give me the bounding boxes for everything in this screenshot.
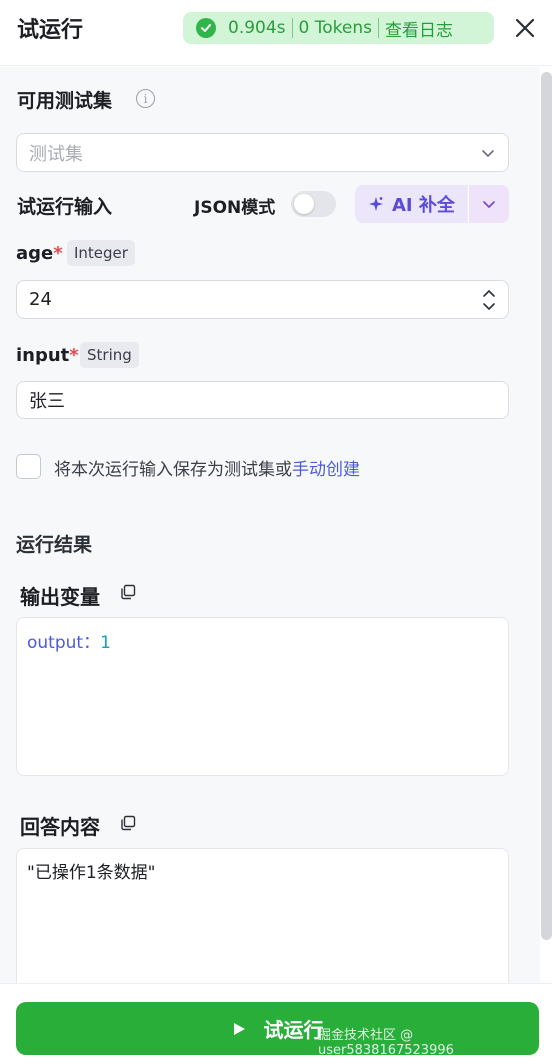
- testset-label: 可用测试集: [17, 90, 113, 112]
- run-input-label: 试运行输入: [17, 196, 113, 218]
- field-name-input: input*: [16, 345, 79, 366]
- sparkle-icon: [369, 197, 383, 211]
- run-time: 0.904s: [228, 18, 286, 38]
- save-testset-text: 将本次运行输入保存为测试集或手动创建: [54, 460, 360, 480]
- stepper-icon[interactable]: [482, 287, 496, 313]
- token-count: 0 Tokens: [298, 18, 372, 38]
- output-variable-label: 输出变量: [20, 585, 100, 609]
- answer-value: "已操作1条数据": [27, 863, 156, 883]
- required-mark: *: [53, 243, 63, 264]
- copy-icon[interactable]: [120, 815, 136, 831]
- check-circle-icon: [196, 18, 216, 38]
- chevron-down-icon: [482, 149, 494, 157]
- type-tag-integer: Integer: [67, 240, 135, 266]
- scrollbar[interactable]: [541, 72, 552, 940]
- answer-content-box: "已操作1条数据": [16, 848, 509, 998]
- output-key: output: [27, 633, 84, 653]
- chevron-down-icon: [483, 201, 495, 209]
- input-field[interactable]: 张三: [16, 381, 509, 419]
- view-log-link[interactable]: 查看日志: [385, 16, 453, 41]
- status-divider: [291, 18, 293, 38]
- age-value: 24: [29, 289, 52, 310]
- json-mode-toggle[interactable]: [291, 191, 336, 217]
- run-test-label: 试运行: [263, 1018, 324, 1042]
- close-icon[interactable]: [512, 15, 538, 41]
- output-line: output：1: [27, 628, 111, 653]
- json-mode-label: JSON模式: [194, 198, 276, 218]
- required-mark: *: [69, 345, 79, 366]
- info-icon[interactable]: i: [136, 89, 155, 108]
- ai-complete-button[interactable]: AI 补全: [355, 185, 509, 223]
- ai-complete-main[interactable]: AI 补全: [355, 185, 468, 223]
- run-status-badge: 0.904s 0 Tokens 查看日志: [183, 12, 494, 44]
- age-input[interactable]: 24: [16, 280, 509, 319]
- testset-select[interactable]: 测试集: [16, 133, 509, 172]
- output-separator: ：: [83, 633, 101, 653]
- field-name-age: age*: [16, 243, 63, 264]
- output-value: 1: [100, 633, 111, 653]
- ai-complete-dropdown[interactable]: [469, 185, 509, 223]
- type-tag-string: String: [80, 342, 139, 368]
- copy-icon[interactable]: [120, 584, 136, 600]
- watermark: 掘金技术社区 @ user5838167523996: [318, 1028, 454, 1058]
- toggle-knob: [294, 194, 314, 214]
- answer-content-label: 回答内容: [20, 815, 100, 839]
- output-variable-box: output：1: [16, 617, 509, 776]
- input-value: 张三: [29, 391, 65, 412]
- run-result-title: 运行结果: [16, 534, 93, 556]
- manual-create-link[interactable]: 手动创建: [292, 460, 360, 480]
- status-divider: [377, 18, 379, 38]
- play-icon: [233, 1022, 245, 1035]
- save-testset-checkbox[interactable]: [16, 454, 41, 479]
- testset-placeholder: 测试集: [29, 143, 83, 165]
- ai-complete-label: AI 补全: [392, 195, 455, 216]
- panel-title: 试运行: [17, 18, 84, 43]
- panel-header: 试运行 0.904s 0 Tokens 查看日志: [0, 0, 552, 66]
